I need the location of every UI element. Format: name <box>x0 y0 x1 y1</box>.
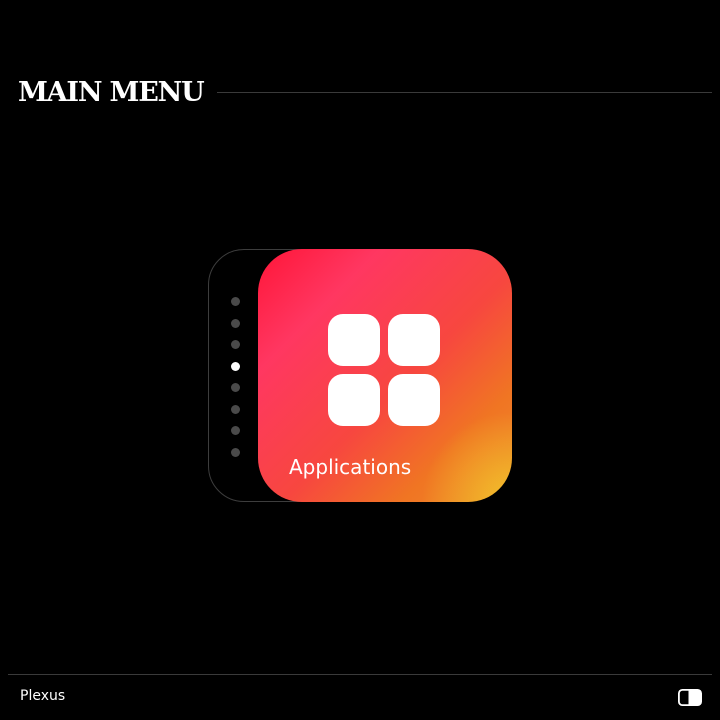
page-dot[interactable] <box>230 383 240 392</box>
page-dot[interactable] <box>230 297 240 306</box>
grid-square <box>388 374 440 426</box>
page-title: MAIN MENU <box>18 76 205 108</box>
applications-label: Applications <box>289 455 412 479</box>
grid-square <box>328 374 380 426</box>
page-indicator <box>230 297 240 469</box>
applications-card[interactable]: Applications <box>258 249 512 502</box>
page-dot[interactable] <box>230 447 240 457</box>
page-dot[interactable] <box>230 318 240 328</box>
header: MAIN MENU <box>18 72 712 112</box>
page-dot[interactable] <box>230 340 240 349</box>
page-dot-active[interactable] <box>230 361 240 371</box>
footer-divider <box>8 674 712 675</box>
grid-square <box>388 314 440 366</box>
page-dot[interactable] <box>230 404 240 414</box>
grid-square <box>328 314 380 366</box>
header-divider <box>217 91 712 93</box>
brand-name: Plexus <box>20 688 66 704</box>
theme-toggle-icon[interactable] <box>677 688 703 706</box>
page-dot[interactable] <box>230 426 240 435</box>
menu-carousel[interactable]: Applications <box>208 249 512 502</box>
app-grid-icon <box>328 314 440 426</box>
